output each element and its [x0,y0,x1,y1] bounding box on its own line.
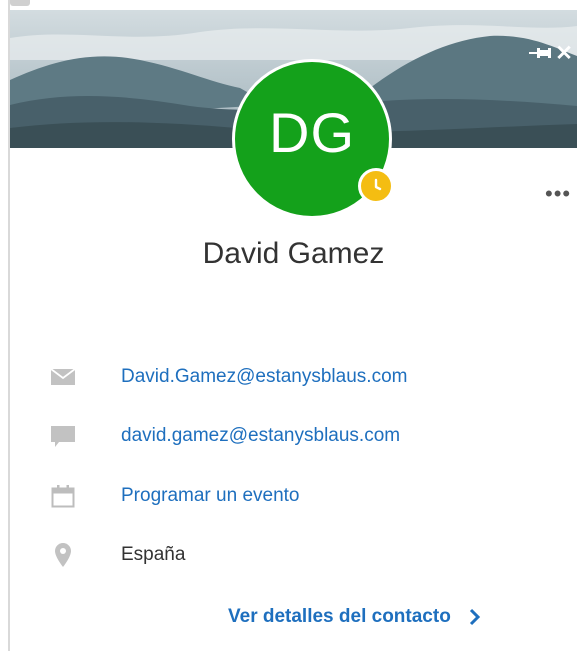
location-pin-icon [50,537,76,573]
pin-button[interactable] [529,46,551,62]
contact-name: David Gamez [202,237,385,270]
pin-icon [529,48,551,58]
more-options-icon: ••• [545,182,572,206]
chevron-right-icon [469,608,481,626]
chat-icon [50,418,76,454]
mail-icon [50,359,76,395]
im-address-link[interactable]: david.gamez@estanysblaus.com [121,425,400,447]
view-contact-details-link[interactable]: Ver detalles del contacto [228,601,481,633]
presence-away-badge [358,168,394,204]
schedule-event-link[interactable]: Programar un evento [121,485,300,507]
view-contact-details-label: Ver detalles del contacto [228,606,451,627]
avatar-initials: DG [269,100,355,164]
clock-icon [374,178,382,191]
calendar-icon [50,478,76,514]
contact-card: ✕ DG ••• David Gamez David.Gamez@estanys… [10,0,577,651]
close-icon: ✕ [555,42,573,65]
close-button[interactable]: ✕ [555,43,573,65]
location-text: España [121,544,186,565]
email-link[interactable]: David.Gamez@estanysblaus.com [121,366,407,388]
more-options-button[interactable]: ••• [545,182,577,206]
